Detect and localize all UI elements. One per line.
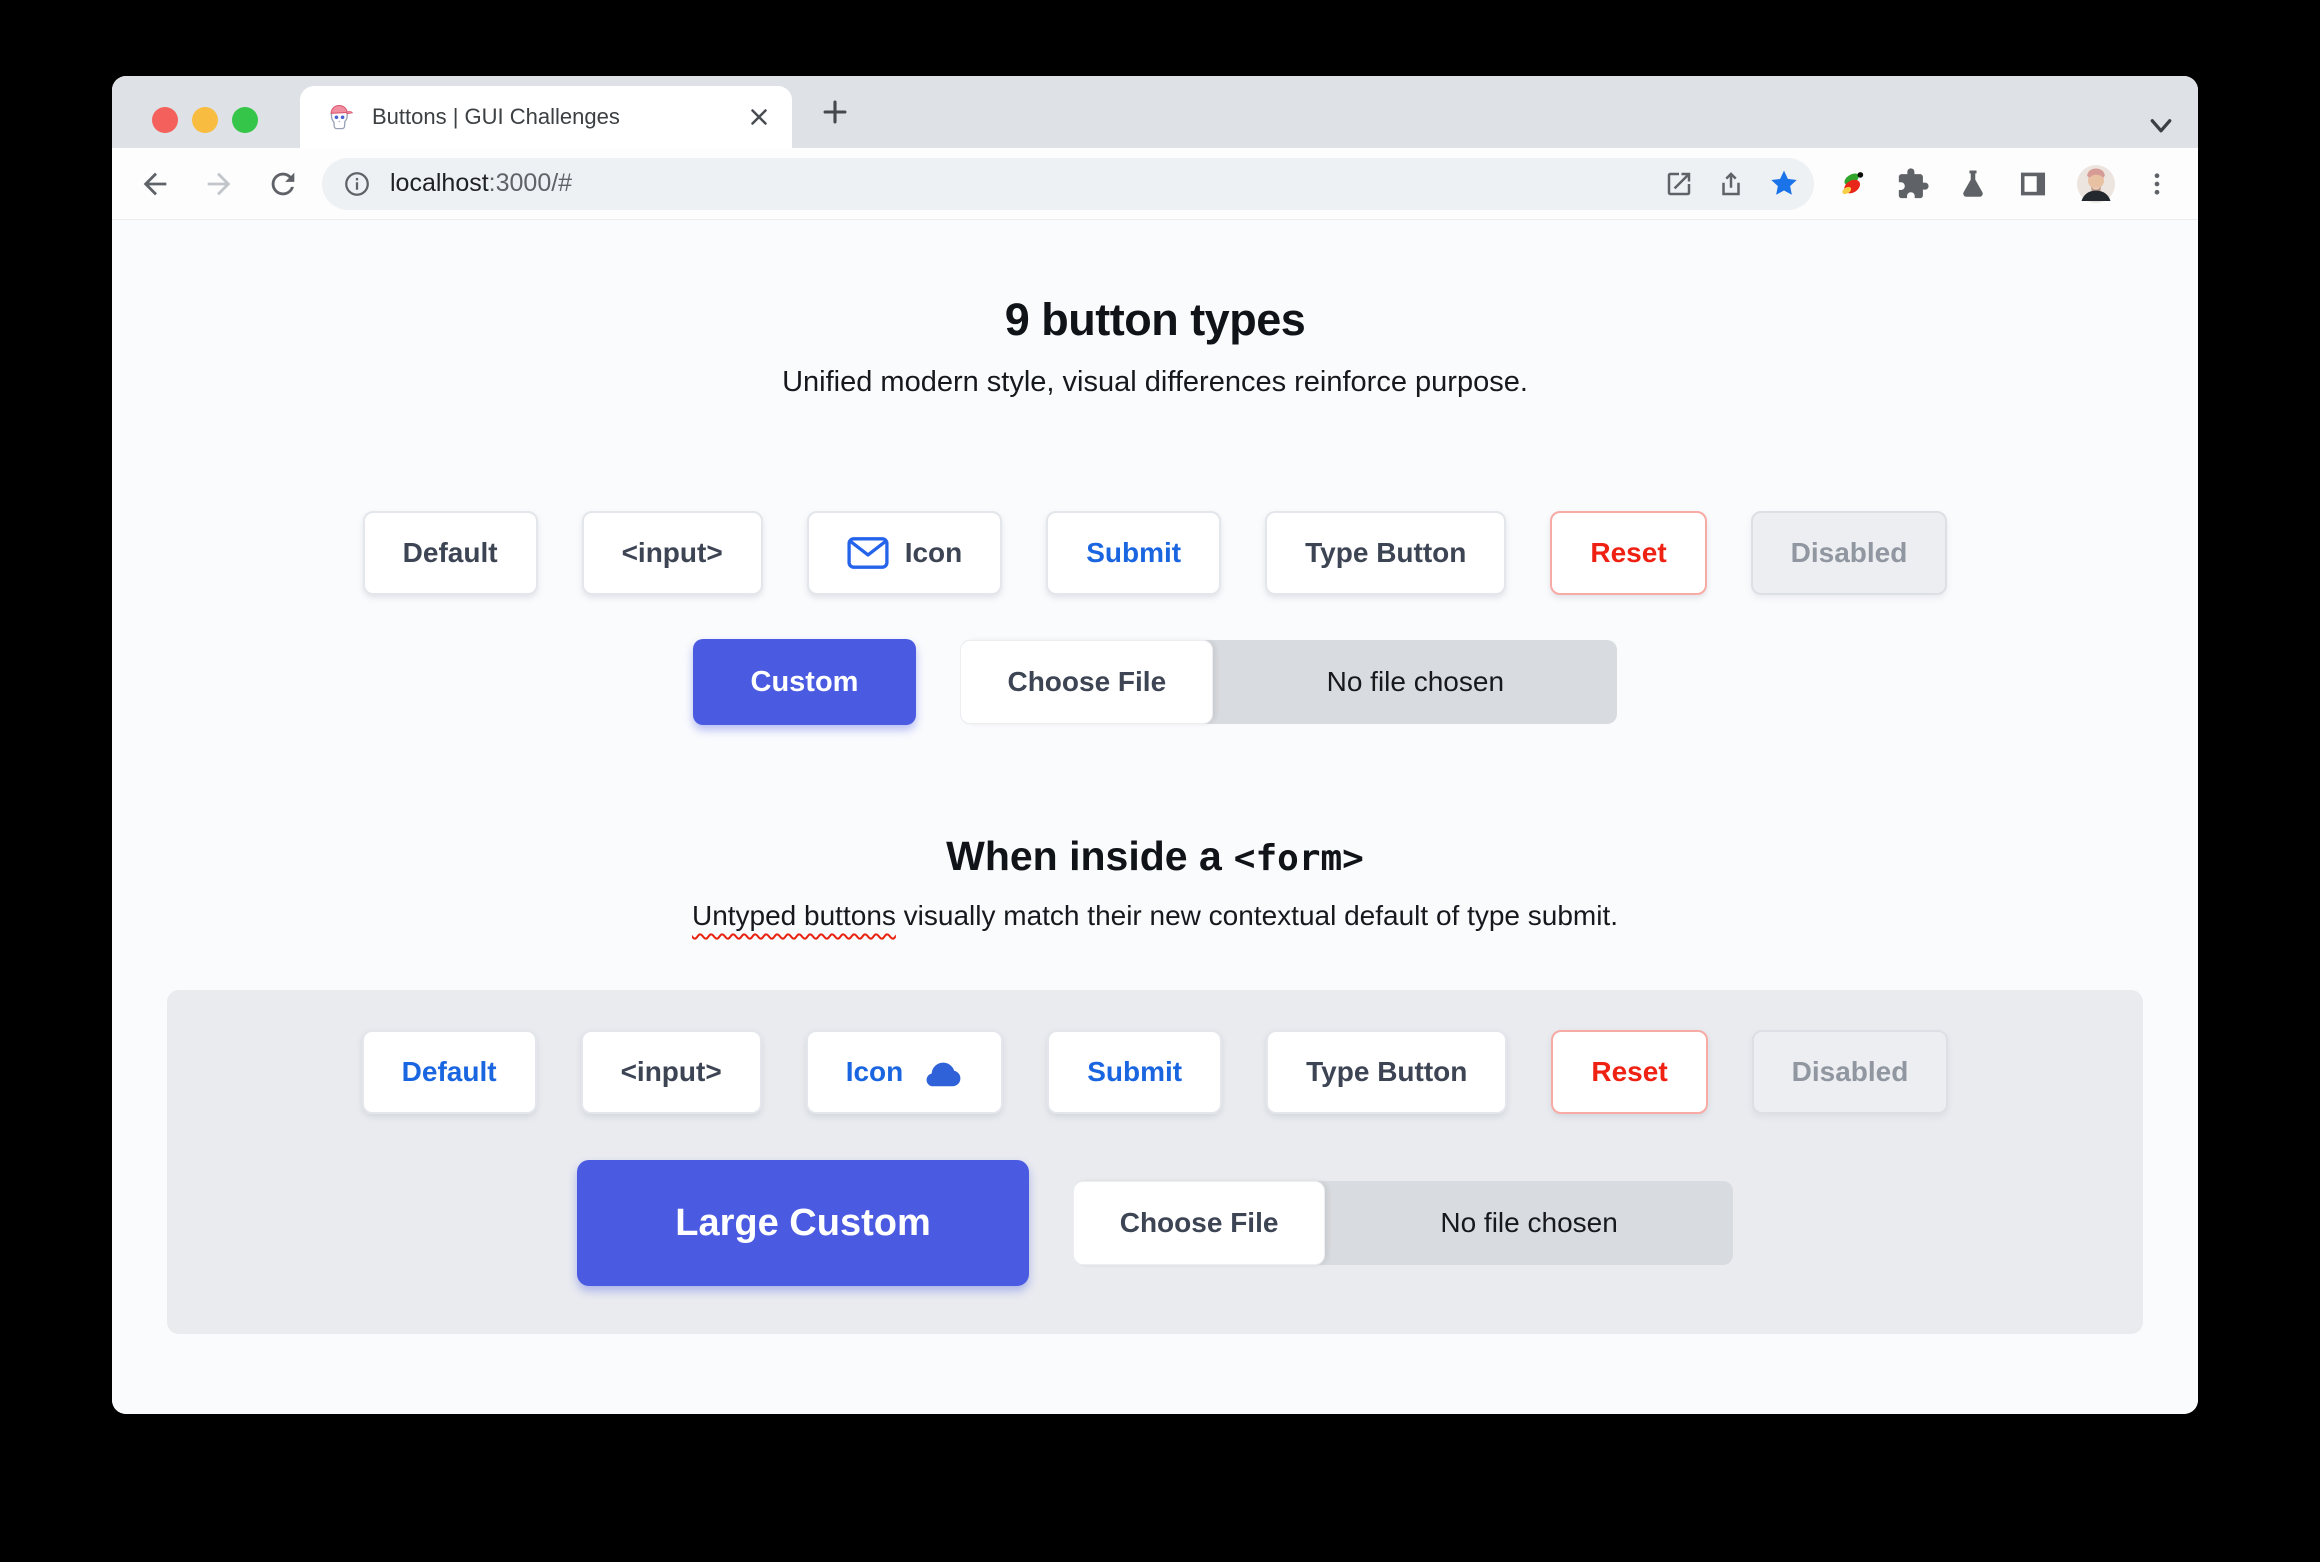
browser-window: Buttons | GUI Challenges localhost:3000/… [112, 76, 2198, 1414]
window-minimize-button[interactable] [192, 107, 218, 133]
button-row-form-2: Large Custom Choose File No file chosen [167, 1160, 2143, 1286]
nav-buttons [138, 167, 300, 201]
form-default-button[interactable]: Default [361, 1030, 537, 1114]
page-title: 9 button types [1004, 294, 1306, 345]
window-close-button[interactable] [152, 107, 178, 133]
cloud-icon [919, 1056, 963, 1088]
tab-search-chevron-icon[interactable] [2146, 116, 2176, 138]
page-subtitle: Unified modern style, visual differences… [782, 366, 1528, 398]
form-title-code: <form> [1233, 838, 1364, 879]
large-custom-button[interactable]: Large Custom [577, 1160, 1029, 1286]
omnibox-actions [1664, 168, 1800, 200]
form-choose-file-button[interactable]: Choose File [1072, 1181, 1326, 1265]
page-content: 9 button types Unified modern style, vis… [112, 220, 2198, 1414]
address-bar[interactable]: localhost:3000/# [322, 157, 1814, 210]
experiments-flask-icon[interactable] [1956, 167, 1990, 201]
tab-strip: Buttons | GUI Challenges [112, 76, 2198, 148]
button-row-demo-2: Custom Choose File No file chosen [112, 639, 2198, 725]
new-tab-button[interactable] [818, 95, 852, 129]
extension-area [1836, 164, 2172, 204]
choose-file-button[interactable]: Choose File [960, 640, 1214, 724]
icon-button[interactable]: Icon [806, 511, 1003, 595]
form-input-button[interactable]: <input> [580, 1030, 762, 1114]
tab-close-icon[interactable] [746, 104, 772, 130]
type-button[interactable]: Type Button [1265, 511, 1507, 595]
form-icon-button-label: Icon [845, 1056, 904, 1087]
site-info-icon[interactable] [342, 169, 372, 199]
form-subtitle-rest: visually match their new contextual defa… [895, 900, 1619, 931]
submit-button[interactable]: Submit [1046, 511, 1222, 595]
site-favicon-icon [322, 100, 356, 134]
browser-menu-icon[interactable] [2142, 167, 2172, 201]
file-status-text: No file chosen [1326, 666, 1505, 697]
back-button[interactable] [138, 167, 172, 201]
custom-button[interactable]: Custom [692, 639, 917, 725]
mail-icon [847, 536, 889, 570]
button-row-form: Default <input> Icon Submit Type Button … [167, 1030, 2143, 1114]
form-panel: Default <input> Icon Submit Type Button … [167, 990, 2143, 1334]
form-submit-button[interactable]: Submit [1047, 1030, 1223, 1114]
profile-avatar[interactable] [2076, 164, 2116, 204]
extension-colorful-icon[interactable] [1836, 167, 1870, 201]
form-icon-button[interactable]: Icon [805, 1030, 1004, 1114]
form-file-status-text: No file chosen [1440, 1207, 1618, 1238]
icon-button-label: Icon [904, 537, 963, 568]
share-icon[interactable] [1716, 169, 1746, 199]
form-section-subtitle: Untyped buttons visually match their new… [112, 900, 2198, 932]
open-in-new-icon[interactable] [1664, 169, 1694, 199]
form-type-button[interactable]: Type Button [1266, 1030, 1508, 1114]
url-field[interactable]: localhost:3000/# [390, 169, 1646, 198]
browser-tab[interactable]: Buttons | GUI Challenges [300, 86, 792, 148]
desktop-background: Buttons | GUI Challenges localhost:3000/… [0, 0, 2320, 1562]
misspelled-text: Untyped buttons [691, 900, 896, 931]
url-host: localhost [390, 169, 489, 197]
bookmark-star-icon[interactable] [1768, 168, 1800, 200]
reset-button[interactable]: Reset [1550, 511, 1707, 595]
window-controls [152, 107, 258, 133]
forward-button[interactable] [202, 167, 236, 201]
disabled-button[interactable]: Disabled [1750, 511, 1948, 595]
browser-toolbar: localhost:3000/# [112, 148, 2198, 220]
extensions-puzzle-icon[interactable] [1896, 167, 1930, 201]
reload-button[interactable] [266, 167, 300, 201]
form-reset-button[interactable]: Reset [1551, 1030, 1708, 1114]
button-row-demo: Default <input> Icon Submit Type Button … [112, 511, 2198, 595]
file-input[interactable]: Choose File No file chosen [960, 640, 1618, 724]
window-zoom-button[interactable] [232, 107, 258, 133]
form-section-title: When inside a <form> [112, 833, 2198, 880]
form-file-input[interactable]: Choose File No file chosen [1072, 1181, 1733, 1265]
input-button[interactable]: <input> [581, 511, 763, 595]
form-title-text: When inside a [946, 833, 1222, 879]
default-button[interactable]: Default [362, 511, 538, 595]
tab-title: Buttons | GUI Challenges [372, 104, 620, 129]
side-panel-icon[interactable] [2016, 167, 2050, 201]
form-disabled-button[interactable]: Disabled [1751, 1030, 1949, 1114]
url-path: :3000/# [488, 169, 573, 197]
